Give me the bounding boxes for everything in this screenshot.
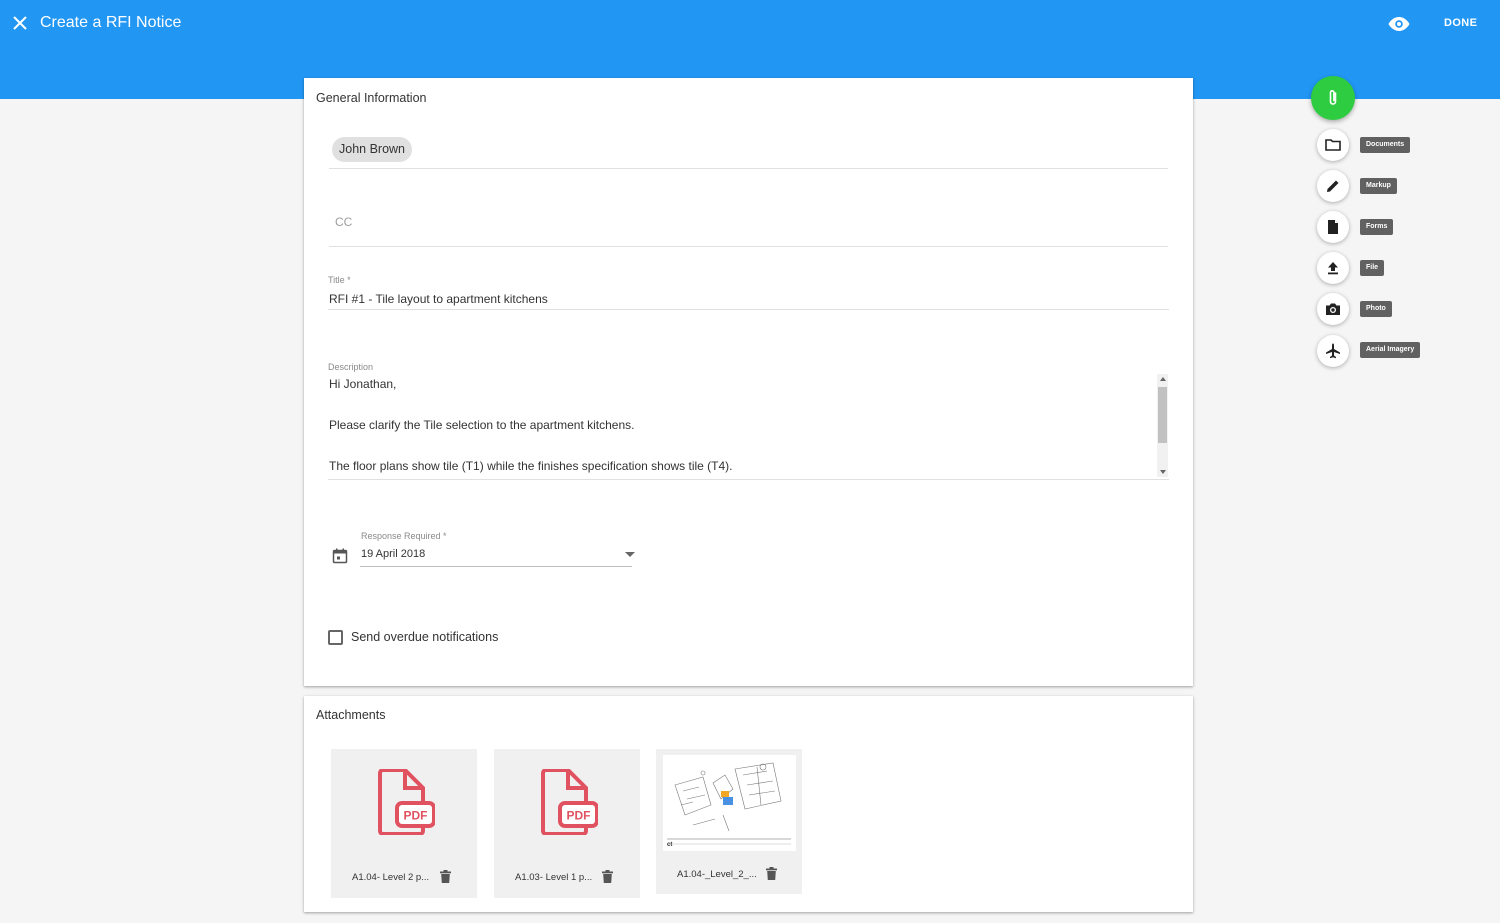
pencil-icon: [1327, 180, 1339, 192]
description-label: Description: [328, 362, 374, 372]
aerial-imagery-button[interactable]: [1317, 335, 1349, 367]
description-line: Please clarify the Tile selection to the…: [329, 418, 635, 432]
response-date-select[interactable]: 19 April 2018: [361, 548, 425, 560]
section-title-general: General Information: [316, 91, 427, 105]
floor-plan-preview-image: ct: [663, 755, 796, 851]
description-scrollbar[interactable]: [1157, 374, 1168, 477]
cc-input[interactable]: CC: [335, 215, 352, 229]
svg-text:ct: ct: [667, 842, 672, 848]
file-label: File: [1360, 260, 1385, 276]
photo-label: Photo: [1360, 301, 1392, 317]
overdue-notifications-label[interactable]: Send overdue notifications: [351, 630, 498, 644]
description-line: [329, 395, 1169, 416]
attachment-thumbnail[interactable]: PDF A1.04- Level 2 p...: [331, 749, 477, 898]
title-label: Title *: [328, 275, 351, 285]
attachment-name: A1.04-_Level_2_...: [677, 869, 757, 880]
aerial-imagery-label: Aerial Imagery: [1360, 342, 1421, 358]
attach-fab-button[interactable]: [1311, 76, 1355, 120]
to-field-underline: [329, 168, 1168, 169]
description-textarea[interactable]: Hi Jonathan, Please clarify the Tile sel…: [329, 374, 1169, 478]
trash-icon[interactable]: [440, 870, 451, 883]
attachments-card: Attachments PDF A1.04- Level 2 p... PDF …: [304, 696, 1193, 912]
calendar-icon: [332, 548, 348, 564]
markup-button[interactable]: [1317, 170, 1349, 202]
forms-button[interactable]: [1317, 211, 1349, 243]
paperclip-icon: [1329, 90, 1337, 105]
pdf-file-icon: PDF: [375, 768, 436, 836]
response-underline: [360, 566, 632, 567]
attachment-thumbnail[interactable]: PDF A1.03- Level 1 p...: [494, 749, 640, 898]
markup-label: Markup: [1360, 178, 1397, 194]
attachment-name: A1.03- Level 1 p...: [515, 872, 593, 883]
description-underline: [328, 479, 1169, 480]
svg-text:PDF: PDF: [404, 809, 428, 823]
airplane-icon: [1326, 343, 1340, 359]
cc-field-underline: [329, 246, 1168, 247]
forms-label: Forms: [1360, 219, 1394, 235]
trash-icon[interactable]: [602, 870, 613, 883]
description-line: The floor plans show tile (T1) while the…: [329, 459, 733, 473]
description-line: [329, 436, 1169, 457]
attachment-thumbnail[interactable]: ct A1.04-_Level_2_...: [656, 749, 802, 894]
svg-text:PDF: PDF: [567, 809, 591, 823]
attachment-name: A1.04- Level 2 p...: [352, 872, 430, 883]
scroll-down-icon[interactable]: [1160, 470, 1166, 474]
scroll-up-icon[interactable]: [1160, 377, 1166, 381]
close-icon[interactable]: [10, 13, 30, 33]
overdue-notifications-checkbox[interactable]: [328, 630, 343, 645]
description-line: Hi Jonathan,: [329, 377, 397, 391]
response-required-label: Response Required *: [361, 531, 447, 541]
title-underline: [328, 309, 1169, 310]
file-upload-button[interactable]: [1317, 252, 1349, 284]
document-icon: [1328, 220, 1338, 234]
page-title: Create a RFI Notice: [40, 14, 182, 31]
section-title-attachments: Attachments: [316, 708, 386, 722]
title-input[interactable]: RFI #1 - Tile layout to apartment kitche…: [329, 292, 548, 306]
scroll-thumb[interactable]: [1158, 387, 1167, 443]
preview-eye-icon[interactable]: [1387, 12, 1411, 36]
documents-label: Documents: [1360, 137, 1411, 153]
done-button[interactable]: DONE: [1436, 15, 1485, 31]
upload-icon: [1328, 262, 1338, 275]
chevron-down-icon[interactable]: [625, 552, 635, 557]
general-information-card: General Information John Brown CC Title …: [304, 78, 1193, 686]
pdf-file-icon: PDF: [538, 768, 599, 836]
folder-icon: [1325, 139, 1341, 151]
documents-button[interactable]: [1317, 129, 1349, 161]
photo-button[interactable]: [1317, 293, 1349, 325]
recipient-chip[interactable]: John Brown: [332, 137, 413, 162]
trash-icon[interactable]: [766, 867, 777, 880]
camera-icon: [1326, 303, 1340, 315]
